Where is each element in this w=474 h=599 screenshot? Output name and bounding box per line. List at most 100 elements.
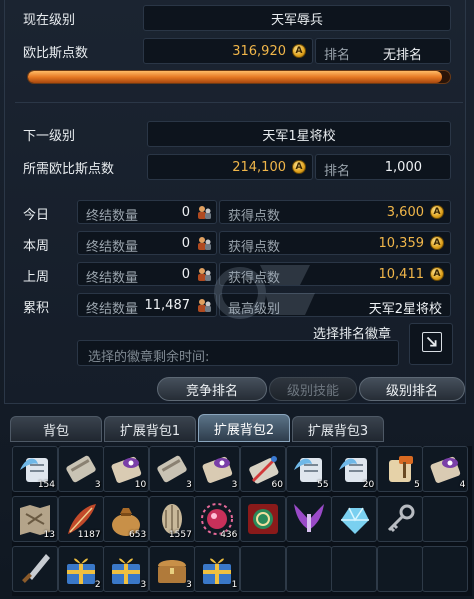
item-count: 436 — [220, 530, 238, 540]
inventory-slot[interactable]: 3 — [103, 546, 150, 592]
expand-arrow-icon — [422, 332, 442, 352]
soldier-icon — [198, 206, 211, 219]
inventory-slot[interactable] — [376, 546, 423, 592]
inventory-slot[interactable] — [331, 546, 378, 592]
points-label: 欧比斯点数 — [23, 46, 89, 61]
inventory-slot[interactable]: 1 — [194, 546, 241, 592]
gained-points-value: 3,600 — [386, 205, 424, 220]
item-count: 10 — [134, 480, 147, 490]
rank-progress-fill — [28, 71, 442, 83]
item-count: 1557 — [168, 530, 192, 540]
inventory-slot[interactable] — [331, 496, 378, 542]
inventory-tabs: 背包 扩展背包1 扩展背包2 扩展背包3 — [10, 414, 468, 444]
inventory-slot[interactable]: 20 — [331, 446, 378, 492]
inventory-slot[interactable] — [240, 496, 286, 542]
period-label: 上周 — [23, 270, 50, 285]
points-value: 316,920 — [232, 44, 286, 59]
current-rank-label: 现在级别 — [23, 13, 76, 28]
inventory-slot[interactable]: 1557 — [148, 496, 195, 542]
rank-ranking-button[interactable]: 级别排名 — [359, 377, 465, 401]
inventory-slot[interactable]: 154 — [12, 446, 58, 492]
tab-bag[interactable]: 背包 — [10, 416, 102, 442]
tab-ext-bag-2[interactable]: 扩展背包2 — [198, 414, 290, 442]
required-points-value: 214,100 — [232, 160, 286, 175]
inventory-slot[interactable]: 5 — [376, 446, 423, 492]
required-rank-value: 1,000 — [384, 160, 422, 175]
badge-time-label: 选择的徽章剩余时间: — [88, 350, 210, 365]
highest-rank-value: 天军2星将校 — [368, 302, 442, 317]
points-rank-field: 排名 无排名 — [315, 38, 451, 64]
points-rank-label: 排名 — [324, 48, 351, 63]
kills-field: 终结数量 0 — [77, 231, 217, 255]
rank-skill-button[interactable]: 级别技能 — [269, 377, 357, 401]
kills-field: 终结数量 0 — [77, 200, 217, 224]
item-count: 1187 — [77, 530, 101, 540]
kills-label: 终结数量 — [86, 271, 139, 286]
inventory-slot[interactable]: 3 — [148, 546, 195, 592]
rank-window: 现在级别 天军辱兵 欧比斯点数 316,920 A 排名 无排名 下一级别 天军… — [0, 0, 474, 599]
kills-value: 0 — [181, 267, 190, 282]
inventory-slot[interactable]: 2 — [57, 546, 104, 592]
gained-points-label: 获得点数 — [228, 209, 281, 224]
inventory-slot[interactable]: 4 — [422, 446, 469, 492]
item-count: 3 — [186, 580, 192, 590]
inventory-slot[interactable]: 436 — [194, 496, 241, 542]
abyss-coin-icon: A — [430, 205, 444, 219]
period-label: 今日 — [23, 208, 50, 223]
inventory-slot[interactable]: 653 — [103, 496, 150, 542]
badge-time-field: 选择的徽章剩余时间: — [77, 340, 399, 366]
kills-field: 终结数量 0 — [77, 262, 217, 286]
current-rank-field: 天军辱兵 — [143, 5, 451, 31]
rank-progress-bar — [27, 70, 451, 84]
item-count: 4 — [459, 480, 466, 490]
inventory-slot[interactable]: 3 — [148, 446, 195, 492]
inventory-slot[interactable] — [240, 546, 286, 592]
item-count: 3 — [140, 580, 147, 590]
period-label: 本周 — [23, 239, 50, 254]
badge-select-button[interactable] — [409, 323, 453, 365]
inventory-slot[interactable]: 3 — [57, 446, 104, 492]
required-rank-field: 排名 1,000 — [315, 154, 451, 180]
inventory-slot[interactable]: 10 — [103, 446, 150, 492]
gained-points-field: 获得点数 3,600 A — [219, 200, 451, 224]
inventory-slot[interactable] — [422, 546, 469, 592]
inventory-slot[interactable]: 55 — [285, 446, 332, 492]
inventory-slot[interactable]: 60 — [240, 446, 286, 492]
total-kills-label: 终结数量 — [86, 302, 139, 317]
item-count: 154 — [37, 480, 55, 490]
current-rank-value: 天军辱兵 — [270, 12, 323, 28]
gained-points-value: 10,411 — [378, 267, 425, 282]
inventory-slot[interactable] — [422, 496, 469, 542]
abyss-coin-icon: A — [292, 44, 306, 58]
kills-value: 0 — [181, 205, 190, 220]
inventory-slot[interactable]: 1187 — [57, 496, 104, 542]
points-field: 316,920 A — [143, 38, 313, 64]
abyss-coin-icon: A — [292, 160, 306, 174]
compete-rank-button[interactable]: 竞争排名 — [157, 377, 267, 401]
inventory-slot[interactable] — [285, 546, 332, 592]
item-count: 55 — [317, 480, 329, 490]
inventory-slot[interactable] — [285, 496, 332, 542]
inventory-grid: 154 3 10 3 3 60 55 20 5 4 13 1187 653 1557 436 2 3 3 1 — [12, 446, 472, 596]
item-count: 3 — [186, 480, 192, 490]
required-rank-label: 排名 — [324, 164, 351, 179]
kills-label: 终结数量 — [86, 209, 139, 224]
item-count: 2 — [94, 580, 101, 590]
next-rank-field: 天军1星将校 — [147, 121, 451, 147]
tab-ext-bag-1[interactable]: 扩展背包1 — [104, 416, 196, 442]
inventory-slot[interactable]: 13 — [12, 496, 58, 542]
item-count: 653 — [129, 530, 147, 540]
inventory-slot[interactable]: 3 — [194, 446, 241, 492]
total-label: 累积 — [23, 301, 50, 316]
kills-value: 0 — [181, 236, 190, 251]
total-kills-value: 11,487 — [144, 298, 191, 313]
rank-info-panel: 现在级别 天军辱兵 欧比斯点数 316,920 A 排名 无排名 下一级别 天军… — [4, 0, 466, 404]
item-count: 60 — [271, 480, 283, 490]
next-rank-value: 天军1星将校 — [262, 128, 336, 144]
gained-points-value: 10,359 — [378, 236, 425, 251]
tab-ext-bag-3[interactable]: 扩展背包3 — [292, 416, 384, 442]
required-points-field: 214,100 A — [147, 154, 313, 180]
inventory-slot[interactable] — [376, 496, 423, 542]
inventory-slot[interactable] — [12, 546, 58, 592]
abyss-coin-icon: A — [430, 267, 444, 281]
